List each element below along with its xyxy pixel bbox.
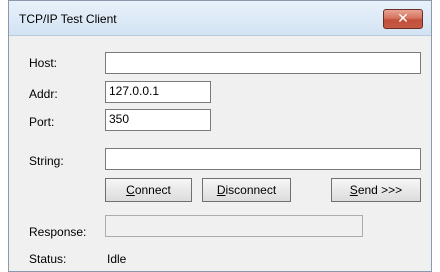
close-button[interactable]: ✕ [383,9,423,29]
response-label: Response: [29,225,87,239]
disconnect-button[interactable]: Disconnect [202,178,291,202]
send-label: end >>> [357,183,403,197]
send-mnemonic: S [349,183,358,197]
send-button[interactable]: Send >>> [331,178,421,202]
tcp-test-client-window: TCP/IP Test Client ✕ Host: Addr: 127.0.0… [8,0,432,272]
client-area: Host: Addr: 127.0.0.1 Port: 350 String: … [9,36,431,271]
disconnect-label: isconnect [225,183,277,197]
port-label: Port: [29,115,55,129]
status-value: Idle [107,252,127,266]
addr-label: Addr: [29,87,58,101]
connect-button[interactable]: Connect [105,178,192,202]
port-field[interactable]: 350 [105,109,211,131]
host-label: Host: [29,56,58,70]
status-label: Status: [29,252,67,266]
window-title: TCP/IP Test Client [19,12,117,26]
close-icon: ✕ [397,10,409,26]
connect-label: onnect [134,183,171,197]
connect-mnemonic: C [126,183,135,197]
string-label: String: [29,154,64,168]
addr-field[interactable]: 127.0.0.1 [105,81,211,103]
host-field[interactable] [105,52,421,74]
response-field [105,215,363,237]
title-bar[interactable]: TCP/IP Test Client ✕ [9,1,431,36]
string-field[interactable] [105,148,421,170]
